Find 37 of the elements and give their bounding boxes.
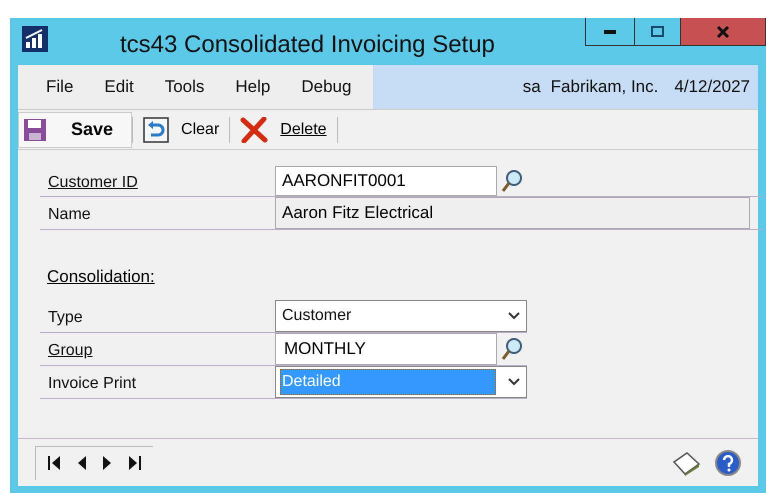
chart-icon [22,26,48,52]
minimize-icon [604,30,616,34]
help-icon[interactable] [715,450,741,476]
previous-record-icon[interactable] [77,455,87,471]
save-button[interactable]: Save [18,112,132,148]
window-title: tcs43 Consolidated Invoicing Setup [120,30,495,60]
lookup-field[interactable]: AARONFIT0001 [275,166,497,196]
search-icon[interactable] [500,168,524,194]
menu-item[interactable]: File [46,74,74,100]
clear-button[interactable]: Clear [139,112,224,148]
first-record-icon[interactable] [48,455,62,471]
name-field: Aaron Fitz Electrical [275,197,750,229]
search-icon[interactable] [500,336,524,362]
note-icon[interactable] [671,450,701,476]
field-link-label[interactable]: Group [48,342,92,359]
field-label: Type [48,309,83,326]
user-name: sa [522,76,541,98]
section-title: Consolidation: [47,267,155,286]
field-label: Invoice Print [48,375,136,392]
field-label: Name [48,206,91,223]
session-date: 4/12/2027 [674,76,750,98]
next-record-icon[interactable] [102,455,112,471]
lookup-field[interactable]: MONTHLY [275,333,497,365]
minimize-button[interactable] [585,18,635,46]
close-button[interactable] [681,18,766,46]
delete-icon [240,116,268,142]
field-link-label[interactable]: Customer ID [48,174,138,191]
last-record-icon[interactable] [127,455,141,471]
menu-item[interactable]: Edit [104,74,134,100]
maximize-icon [651,26,664,37]
menu-item[interactable]: Debug [301,74,352,100]
menu-item[interactable]: Tools [164,74,204,100]
close-icon [716,26,730,38]
menu-item[interactable]: Help [235,74,270,100]
dropdown-field[interactable]: Customer [275,300,527,332]
delete-button[interactable]: Delete [236,112,331,148]
company-name: Fabrikam, Inc. [550,76,658,98]
